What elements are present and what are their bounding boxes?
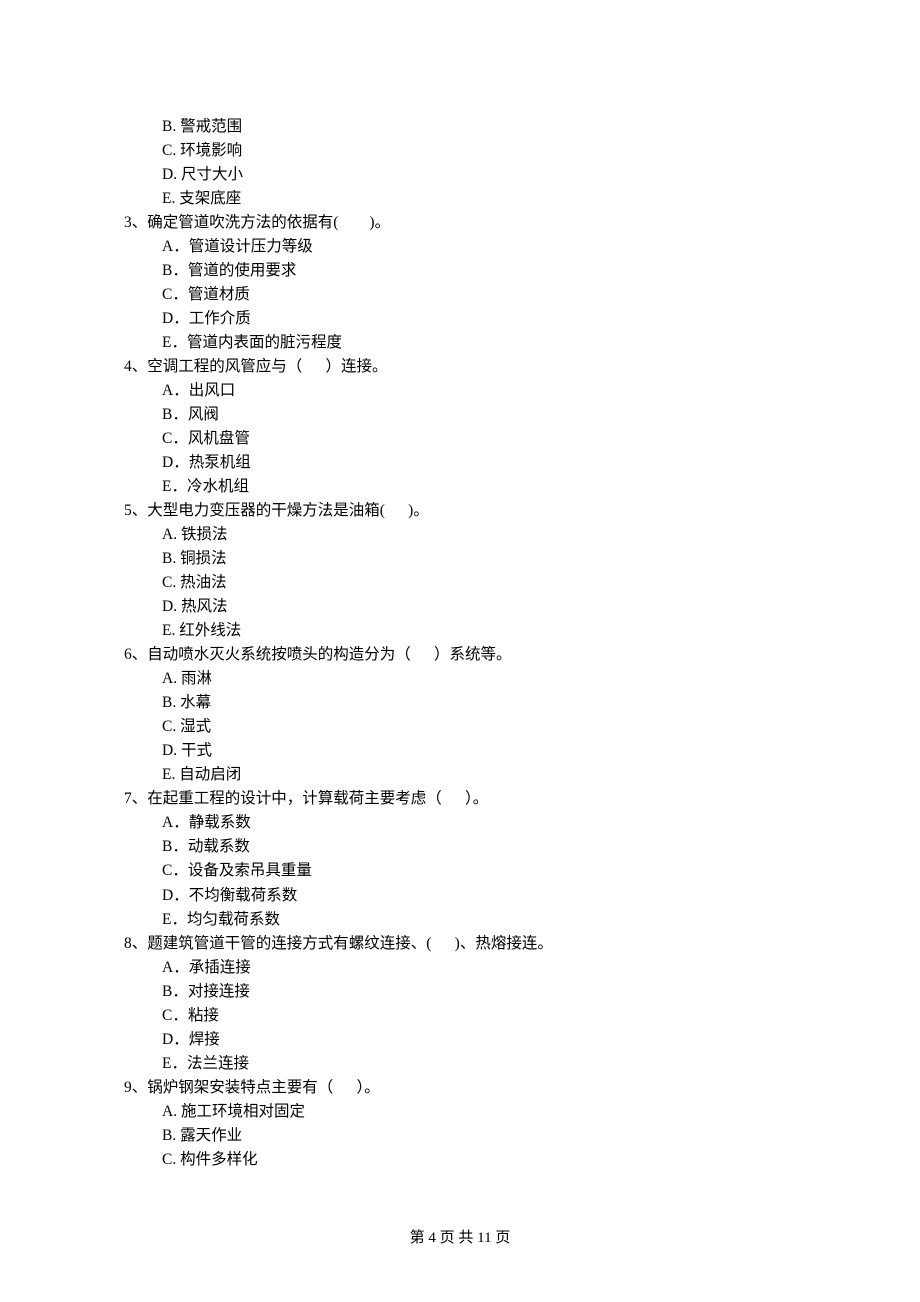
- option-item: E．均匀载荷系数: [162, 908, 800, 932]
- question-text: 自动喷水灭火系统按喷头的构造分为（ ）系统等。: [147, 646, 511, 663]
- option-item: A．管道设计压力等级: [162, 235, 800, 259]
- option-item: B．动载系数: [162, 835, 800, 859]
- option-item: C．设备及索吊具重量: [162, 859, 800, 883]
- option-item: B．对接连接: [162, 980, 800, 1004]
- question-stem: 7、在起重工程的设计中，计算载荷主要考虑（ ）。: [124, 787, 800, 811]
- question-number: 7、: [124, 790, 147, 807]
- question-number: 5、: [124, 502, 147, 519]
- option-item: C．粘接: [162, 1004, 800, 1028]
- option-list: A. 施工环境相对固定 B. 露天作业 C. 构件多样化: [124, 1100, 800, 1172]
- option-item: D．热泵机组: [162, 451, 800, 475]
- question-number: 3、: [124, 214, 147, 231]
- option-item: B. 铜损法: [162, 547, 800, 571]
- question-stem: 3、确定管道吹洗方法的依据有( )。: [124, 211, 800, 235]
- option-item: E．冷水机组: [162, 475, 800, 499]
- option-item: B. 露天作业: [162, 1124, 800, 1148]
- page-footer: 第 4 页 共 11 页: [0, 1227, 920, 1250]
- question-number: 8、: [124, 935, 147, 952]
- option-item: A．出风口: [162, 379, 800, 403]
- option-list: A．管道设计压力等级 B．管道的使用要求 C．管道材质 D．工作介质 E．管道内…: [124, 235, 800, 355]
- question-block: 3、确定管道吹洗方法的依据有( )。 A．管道设计压力等级 B．管道的使用要求 …: [124, 211, 800, 355]
- question-text: 在起重工程的设计中，计算载荷主要考虑（ ）。: [147, 790, 488, 807]
- question-number: 9、: [124, 1079, 147, 1096]
- option-item: D. 尺寸大小: [162, 163, 800, 187]
- option-list: A．承插连接 B．对接连接 C．粘接 D．焊接 E．法兰连接: [124, 956, 800, 1076]
- question-block: 5、大型电力变压器的干燥方法是油箱( )。 A. 铁损法 B. 铜损法 C. 热…: [124, 499, 800, 643]
- question-block: 9、锅炉钢架安装特点主要有（ ）。 A. 施工环境相对固定 B. 露天作业 C.…: [124, 1076, 800, 1172]
- option-item: C. 热油法: [162, 571, 800, 595]
- question-number: 6、: [124, 646, 147, 663]
- option-item: E．管道内表面的脏污程度: [162, 331, 800, 355]
- option-list: A. 雨淋 B. 水幕 C. 湿式 D. 干式 E. 自动启闭: [124, 667, 800, 787]
- option-item: B. 水幕: [162, 691, 800, 715]
- question-number: 4、: [124, 358, 147, 375]
- question-stem: 6、自动喷水灭火系统按喷头的构造分为（ ）系统等。: [124, 643, 800, 667]
- option-item: D. 干式: [162, 739, 800, 763]
- option-item: A. 施工环境相对固定: [162, 1100, 800, 1124]
- option-item: D．工作介质: [162, 307, 800, 331]
- option-item: A. 铁损法: [162, 523, 800, 547]
- option-list: A. 铁损法 B. 铜损法 C. 热油法 D. 热风法 E. 红外线法: [124, 523, 800, 643]
- question-stem: 9、锅炉钢架安装特点主要有（ ）。: [124, 1076, 800, 1100]
- option-item: B．风阀: [162, 403, 800, 427]
- option-item: E. 支架底座: [162, 187, 800, 211]
- question-text: 大型电力变压器的干燥方法是油箱( )。: [147, 502, 429, 519]
- option-item: C．管道材质: [162, 283, 800, 307]
- question-stem: 8、题建筑管道干管的连接方式有螺纹连接、( )、热熔接连。: [124, 932, 800, 956]
- option-item: C. 构件多样化: [162, 1148, 800, 1172]
- question-stem: 5、大型电力变压器的干燥方法是油箱( )。: [124, 499, 800, 523]
- question-text: 题建筑管道干管的连接方式有螺纹连接、( )、热熔接连。: [147, 935, 553, 952]
- option-item: C. 环境影响: [162, 139, 800, 163]
- question-block: 4、空调工程的风管应与（ ）连接。 A．出风口 B．风阀 C．风机盘管 D．热泵…: [124, 355, 800, 499]
- question-text: 确定管道吹洗方法的依据有( )。: [147, 214, 390, 231]
- orphan-option-list: B. 警戒范围 C. 环境影响 D. 尺寸大小 E. 支架底座: [124, 115, 800, 211]
- option-item: E. 自动启闭: [162, 763, 800, 787]
- option-item: C. 湿式: [162, 715, 800, 739]
- option-item: E. 红外线法: [162, 619, 800, 643]
- option-item: D．不均衡载荷系数: [162, 884, 800, 908]
- option-list: A．静载系数 B．动载系数 C．设备及索吊具重量 D．不均衡载荷系数 E．均匀载…: [124, 811, 800, 931]
- option-item: A．静载系数: [162, 811, 800, 835]
- question-stem: 4、空调工程的风管应与（ ）连接。: [124, 355, 800, 379]
- option-item: D．焊接: [162, 1028, 800, 1052]
- option-item: D. 热风法: [162, 595, 800, 619]
- option-list: A．出风口 B．风阀 C．风机盘管 D．热泵机组 E．冷水机组: [124, 379, 800, 499]
- question-block: 8、题建筑管道干管的连接方式有螺纹连接、( )、热熔接连。 A．承插连接 B．对…: [124, 932, 800, 1076]
- option-item: E．法兰连接: [162, 1052, 800, 1076]
- question-text: 空调工程的风管应与（ ）连接。: [147, 358, 387, 375]
- option-item: A. 雨淋: [162, 667, 800, 691]
- option-item: C．风机盘管: [162, 427, 800, 451]
- option-item: B. 警戒范围: [162, 115, 800, 139]
- question-text: 锅炉钢架安装特点主要有（ ）。: [147, 1079, 380, 1096]
- question-block: 6、自动喷水灭火系统按喷头的构造分为（ ）系统等。 A. 雨淋 B. 水幕 C.…: [124, 643, 800, 787]
- question-block: 7、在起重工程的设计中，计算载荷主要考虑（ ）。 A．静载系数 B．动载系数 C…: [124, 787, 800, 931]
- page-content: B. 警戒范围 C. 环境影响 D. 尺寸大小 E. 支架底座 3、确定管道吹洗…: [0, 0, 920, 1172]
- option-item: A．承插连接: [162, 956, 800, 980]
- option-item: B．管道的使用要求: [162, 259, 800, 283]
